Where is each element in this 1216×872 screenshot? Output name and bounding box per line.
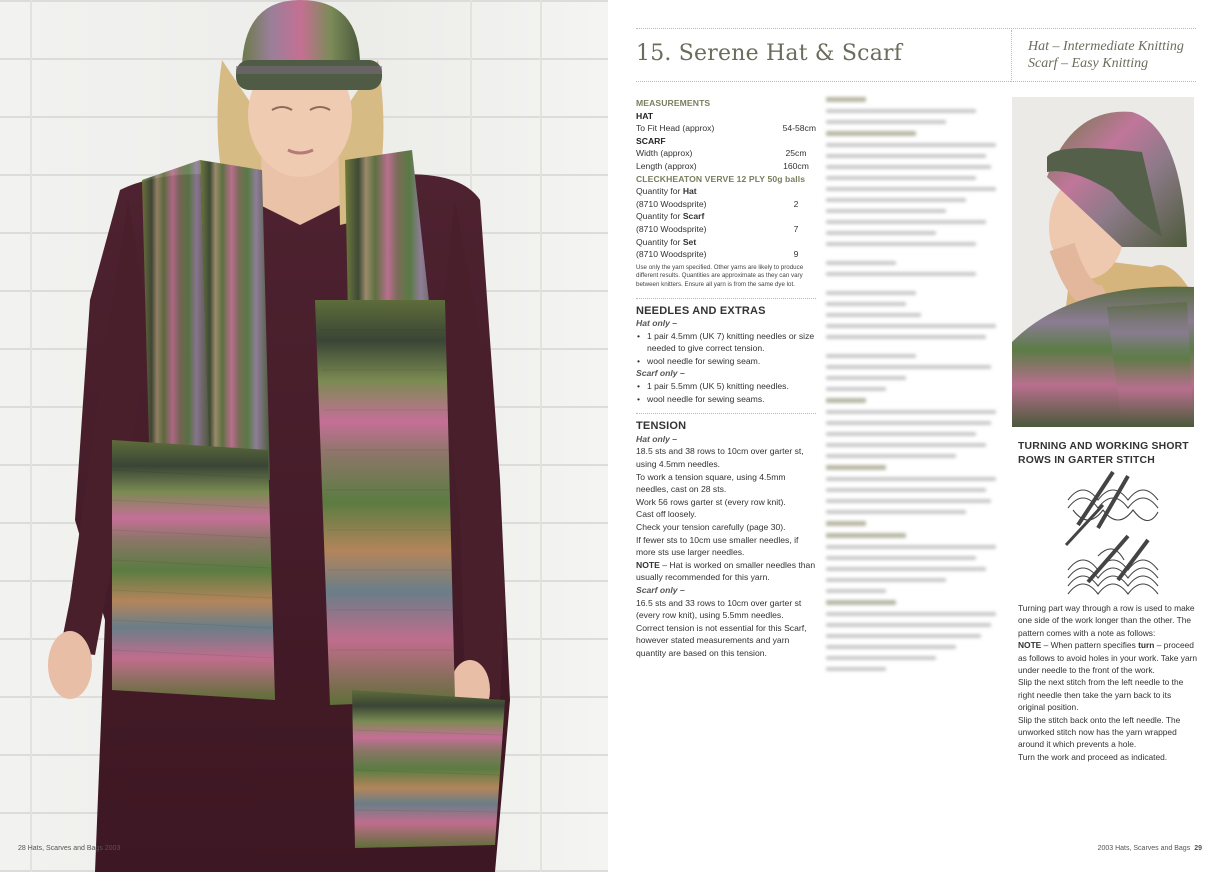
yarn-heading: CLECKHEATON VERVE 12 PLY 50g balls — [636, 173, 806, 184]
left-page: 28 Hats, Scarves and Bags 2003 — [0, 0, 608, 872]
scarf-label: SCARF — [636, 135, 666, 146]
note-label: NOTE — [1018, 640, 1042, 651]
short-rows-intro: Turning part way through a row is used t… — [1018, 603, 1195, 638]
short-row-diagram — [1064, 470, 1159, 595]
difficulty-scarf: Scarf – Easy Knitting — [1028, 56, 1149, 71]
note-pre: – When pattern specifies — [1041, 640, 1139, 651]
quantity-colour: (8710 Woodsprite) — [636, 223, 707, 234]
quantity-value: 2 — [793, 198, 799, 209]
scarf-length-row: Length (approx) 160cm — [636, 160, 816, 173]
quantity-hat: Quantity for Hat (8710 Woodsprite) 2 — [636, 185, 816, 210]
short-rows-step: Slip the next stitch from the left needl… — [1018, 677, 1184, 713]
row-label: Width (approx) — [636, 148, 693, 159]
list-item: wool needle for sewing seam. — [636, 355, 816, 368]
short-rows-step: Turn the work and proceed as indicated. — [1018, 751, 1168, 762]
quantity-colour: (8710 Woodsprite) — [636, 198, 707, 209]
short-rows-heading: TURNING AND WORKING SHORT ROWS IN GARTER… — [1018, 441, 1189, 466]
measurements-heading: MEASUREMENTS — [636, 98, 711, 108]
quantity-value: 9 — [793, 249, 799, 260]
quantity-label: Quantity for — [636, 236, 683, 247]
row-label: Length (approx) — [636, 160, 697, 171]
short-rows-step: Slip the stitch back onto the left needl… — [1018, 714, 1181, 750]
list-item: 1 pair 4.5mm (UK 7) knitting needles or … — [636, 330, 816, 355]
quantity-set: Quantity for Set (8710 Woodsprite) 9 — [636, 236, 816, 261]
blurred-pattern-column — [826, 97, 1001, 807]
scarf-width-row: Width (approx) 25cm — [636, 147, 816, 160]
yarn-note: Use only the yarn specified. Other yarns… — [636, 263, 804, 288]
tension-line: Check your tension carefully (page 30). — [636, 522, 786, 532]
quantity-label: Quantity for — [636, 211, 683, 222]
tension-line: Work 56 rows garter st (every row knit). — [636, 496, 786, 507]
tension-heading: TENSION — [636, 420, 687, 433]
difficulty-hat: Hat – Intermediate Knitting — [1028, 39, 1184, 54]
tension-line: Cast off loosely. — [636, 509, 697, 520]
tension-scarf-only: Scarf only – — [636, 584, 685, 595]
quantity-value: 7 — [793, 223, 799, 234]
row-value: 160cm — [783, 160, 809, 171]
quantity-item: Scarf — [682, 211, 705, 222]
quantity-colour: (8710 Woodsprite) — [636, 249, 707, 260]
hat-size-row: To Fit Head (approx) 54-58cm — [636, 122, 816, 135]
right-page: 15. Serene Hat & Scarf Hat – Intermediat… — [608, 0, 1216, 872]
materials-column: MEASUREMENTS HAT To Fit Head (approx) 54… — [636, 97, 816, 660]
note-keyword: turn — [1138, 640, 1155, 651]
tension-hat-only: Hat only – — [636, 433, 678, 444]
hat-label: HAT — [636, 110, 654, 121]
quantity-item: Hat — [682, 186, 697, 197]
needles-scarf-only: Scarf only – — [636, 368, 685, 379]
tension-line: To work a tension square, using 4.5mm ne… — [636, 471, 786, 495]
short-rows-instructions: Turning part way through a row is used t… — [1018, 602, 1198, 763]
model-photo — [48, 0, 510, 872]
row-value: 54-58cm — [782, 123, 816, 134]
note-label: NOTE — [636, 559, 660, 570]
tension-line: If fewer sts to 10cm use smaller needles… — [636, 534, 799, 558]
quantity-scarf: Quantity for Scarf (8710 Woodsprite) 7 — [636, 210, 816, 235]
short-rows-note: NOTE – When pattern specifies turn – pro… — [1018, 639, 1198, 676]
row-value: 25cm — [785, 148, 807, 159]
quantity-item: Set — [682, 236, 697, 247]
list-item: wool needle for sewing seams. — [636, 393, 816, 406]
needles-hat-only: Hat only – — [636, 318, 678, 329]
difficulty-levels: Hat – Intermediate Knitting Scarf – Easy… — [1028, 38, 1184, 72]
quantity-label: Quantity for — [636, 186, 683, 197]
tension-note: NOTE – Hat is worked on smaller needles … — [636, 559, 816, 584]
short-rows-heading-block: TURNING AND WORKING SHORT ROWS IN GARTER… — [1018, 440, 1198, 468]
tension-line: 16.5 sts and 33 rows to 10cm over garter… — [636, 597, 802, 621]
note-text: – Hat is worked on smaller needles than … — [636, 559, 816, 583]
list-item: 1 pair 5.5mm (UK 5) knitting needles. — [636, 380, 816, 393]
footer-text: 2003 Hats, Scarves and Bags — [1097, 845, 1191, 852]
row-label: To Fit Head (approx) — [636, 123, 715, 134]
model-profile-photo — [1012, 97, 1194, 427]
title-row: 15. Serene Hat & Scarf Hat – Intermediat… — [636, 28, 1196, 82]
page-footer-left: 28 Hats, Scarves and Bags 2003 — [18, 845, 121, 852]
tension-line: 18.5 sts and 38 rows to 10cm over garter… — [636, 446, 804, 470]
page-number: 29 — [1194, 845, 1202, 852]
needles-heading: NEEDLES AND EXTRAS — [636, 304, 766, 317]
tension-line: Correct tension is not essential for thi… — [636, 622, 807, 658]
page-footer-right: 2003 Hats, Scarves and Bags 29 — [1098, 845, 1202, 852]
page-title: 15. Serene Hat & Scarf — [636, 41, 903, 66]
